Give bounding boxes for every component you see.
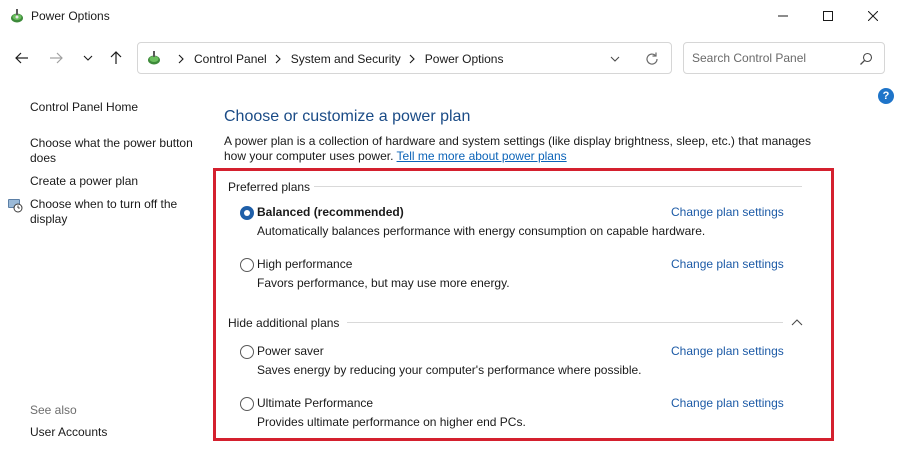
arrow-right-icon [50, 52, 63, 64]
change-plan-settings-link[interactable]: Change plan settings [671, 257, 784, 271]
sidebar-user-accounts[interactable]: User Accounts [30, 425, 205, 440]
minimize-button[interactable] [760, 0, 806, 32]
window-title: Power Options [31, 9, 110, 23]
maximize-button[interactable] [805, 0, 851, 32]
plans-panel: Preferred plans Balanced (recommended) A… [213, 168, 834, 441]
arrow-left-icon [15, 52, 28, 64]
up-button[interactable] [106, 48, 126, 68]
arrow-up-icon [110, 51, 122, 64]
breadcrumb-system-and-security[interactable]: System and Security [291, 52, 401, 66]
radio-power-saver[interactable] [240, 345, 254, 359]
plan-description: Favors performance, but may use more ene… [257, 276, 510, 290]
divider [314, 186, 802, 187]
radio-balanced[interactable] [240, 206, 254, 220]
divider [347, 322, 783, 323]
sidebar-turn-off-display[interactable]: Choose when to turn off the display [30, 197, 205, 227]
sidebar-power-button-link[interactable]: Choose what the power button does [30, 136, 205, 166]
chevron-down-icon[interactable] [608, 52, 622, 66]
page-title: Choose or customize a power plan [224, 108, 471, 125]
close-icon [868, 11, 878, 21]
help-icon[interactable]: ? [878, 88, 894, 104]
breadcrumb-power-options[interactable]: Power Options [425, 52, 504, 66]
back-button[interactable] [12, 48, 32, 68]
preferred-plans-heading: Preferred plans [228, 180, 311, 194]
search-box[interactable] [683, 42, 885, 74]
more-info-link[interactable]: Tell me more about power plans [397, 149, 567, 163]
sidebar: Control Panel Home Choose what the power… [0, 82, 210, 461]
plan-high-performance: High performance Favors performance, but… [240, 257, 800, 297]
power-options-icon [11, 9, 23, 23]
page-description: A power plan is a collection of hardware… [224, 134, 824, 164]
breadcrumb: Control Panel System and Security Power … [170, 52, 503, 66]
change-plan-settings-link[interactable]: Change plan settings [671, 205, 784, 219]
chevron-right-icon [409, 54, 415, 64]
plan-name[interactable]: Balanced (recommended) [257, 205, 404, 219]
forward-button[interactable] [46, 48, 66, 68]
navigation-bar: Control Panel System and Security Power … [0, 32, 898, 82]
plan-name[interactable]: High performance [257, 257, 352, 271]
plan-balanced: Balanced (recommended) Automatically bal… [240, 205, 800, 245]
change-plan-settings-link[interactable]: Change plan settings [671, 396, 784, 410]
see-also-heading: See also [30, 403, 77, 417]
chevron-right-icon [178, 54, 184, 64]
radio-ultimate-performance[interactable] [240, 397, 254, 411]
search-input[interactable] [692, 51, 852, 65]
address-bar[interactable]: Control Panel System and Security Power … [137, 42, 672, 74]
plan-name[interactable]: Ultimate Performance [257, 396, 373, 410]
plan-name[interactable]: Power saver [257, 344, 324, 358]
plan-description: Saves energy by reducing your computer's… [257, 363, 642, 377]
breadcrumb-control-panel[interactable]: Control Panel [194, 52, 267, 66]
maximize-icon [823, 11, 833, 21]
radio-high-performance[interactable] [240, 258, 254, 272]
search-icon [860, 52, 873, 65]
sidebar-create-power-plan[interactable]: Create a power plan [30, 174, 205, 189]
chevron-up-icon[interactable] [790, 316, 804, 330]
refresh-icon[interactable] [644, 51, 660, 67]
close-button[interactable] [850, 0, 896, 32]
chevron-right-icon [275, 54, 281, 64]
control-panel-icon [148, 51, 160, 65]
plan-ultimate-performance: Ultimate Performance Provides ultimate p… [240, 396, 800, 436]
minimize-icon [778, 15, 788, 17]
plan-description: Automatically balances performance with … [257, 224, 706, 238]
display-clock-icon [8, 199, 23, 213]
title-bar: Power Options [0, 0, 898, 32]
sidebar-control-panel-home[interactable]: Control Panel Home [30, 100, 205, 115]
chevron-down-icon [83, 55, 93, 61]
plan-description: Provides ultimate performance on higher … [257, 415, 526, 429]
recent-locations-button[interactable] [78, 48, 98, 68]
change-plan-settings-link[interactable]: Change plan settings [671, 344, 784, 358]
plan-power-saver: Power saver Saves energy by reducing you… [240, 344, 800, 384]
hide-additional-plans-heading[interactable]: Hide additional plans [228, 316, 339, 330]
